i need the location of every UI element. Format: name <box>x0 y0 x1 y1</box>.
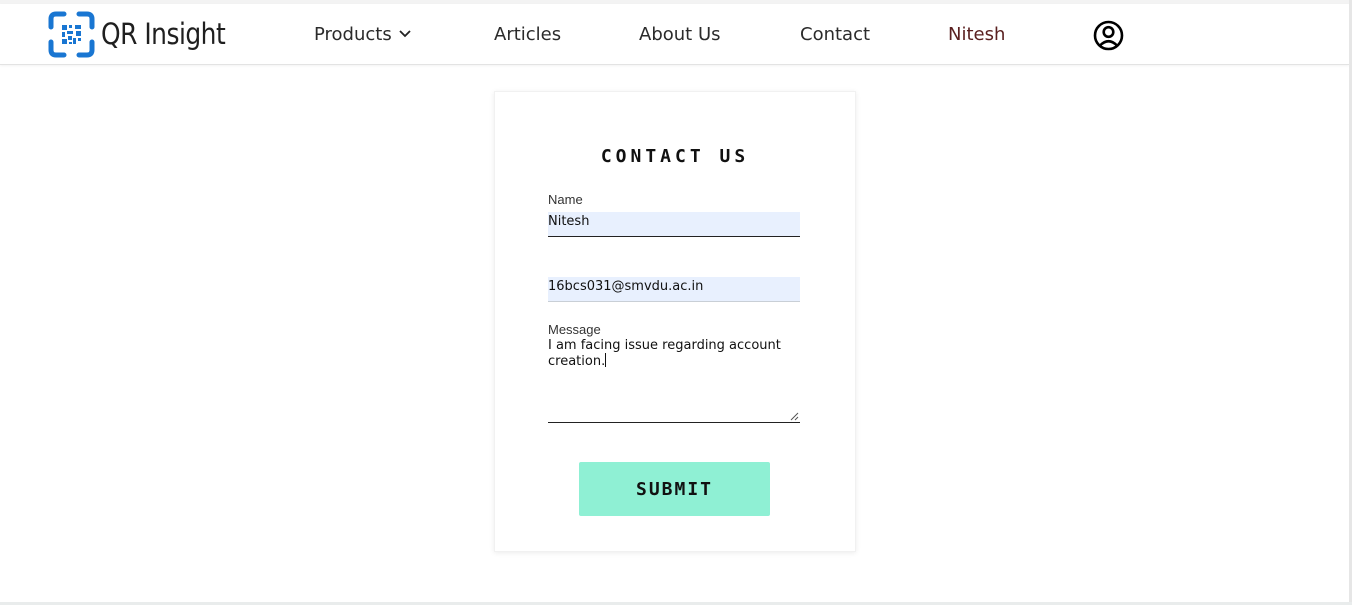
nav-contact[interactable]: Contact <box>800 24 870 46</box>
user-circle-icon[interactable] <box>1093 20 1124 51</box>
message-textarea[interactable]: I am facing issue regarding account crea… <box>548 339 800 423</box>
contact-form-card: CONTACT US Name Nitesh 16bcs031@smvdu.ac… <box>494 91 856 552</box>
nav-products-label: Products <box>314 24 392 45</box>
message-label: Message <box>548 322 601 337</box>
resize-handle-icon[interactable] <box>790 412 799 421</box>
nav-products[interactable]: Products <box>314 24 411 46</box>
site-header: QR Insight Products Articles About Us Co… <box>0 4 1349 65</box>
name-field[interactable]: Nitesh <box>548 212 800 237</box>
nav-user-name[interactable]: Nitesh <box>948 24 1005 46</box>
email-field[interactable]: 16bcs031@smvdu.ac.in <box>548 277 800 302</box>
nav-about-us[interactable]: About Us <box>639 24 721 46</box>
email-value: 16bcs031@smvdu.ac.in <box>548 279 704 294</box>
message-value: I am facing issue regarding account crea… <box>548 338 781 369</box>
chevron-down-icon <box>399 30 411 38</box>
nav-articles[interactable]: Articles <box>494 24 561 46</box>
page: QR Insight Products Articles About Us Co… <box>0 0 1352 605</box>
name-value: Nitesh <box>548 214 590 229</box>
text-caret <box>605 353 607 367</box>
name-label: Name <box>548 192 583 207</box>
qr-logo-icon <box>48 11 95 57</box>
brand-logo-link[interactable]: QR Insight <box>48 10 245 58</box>
brand-name: QR Insight <box>101 16 226 51</box>
submit-button[interactable]: SUBMIT <box>579 462 770 516</box>
contact-title: CONTACT US <box>600 146 750 167</box>
